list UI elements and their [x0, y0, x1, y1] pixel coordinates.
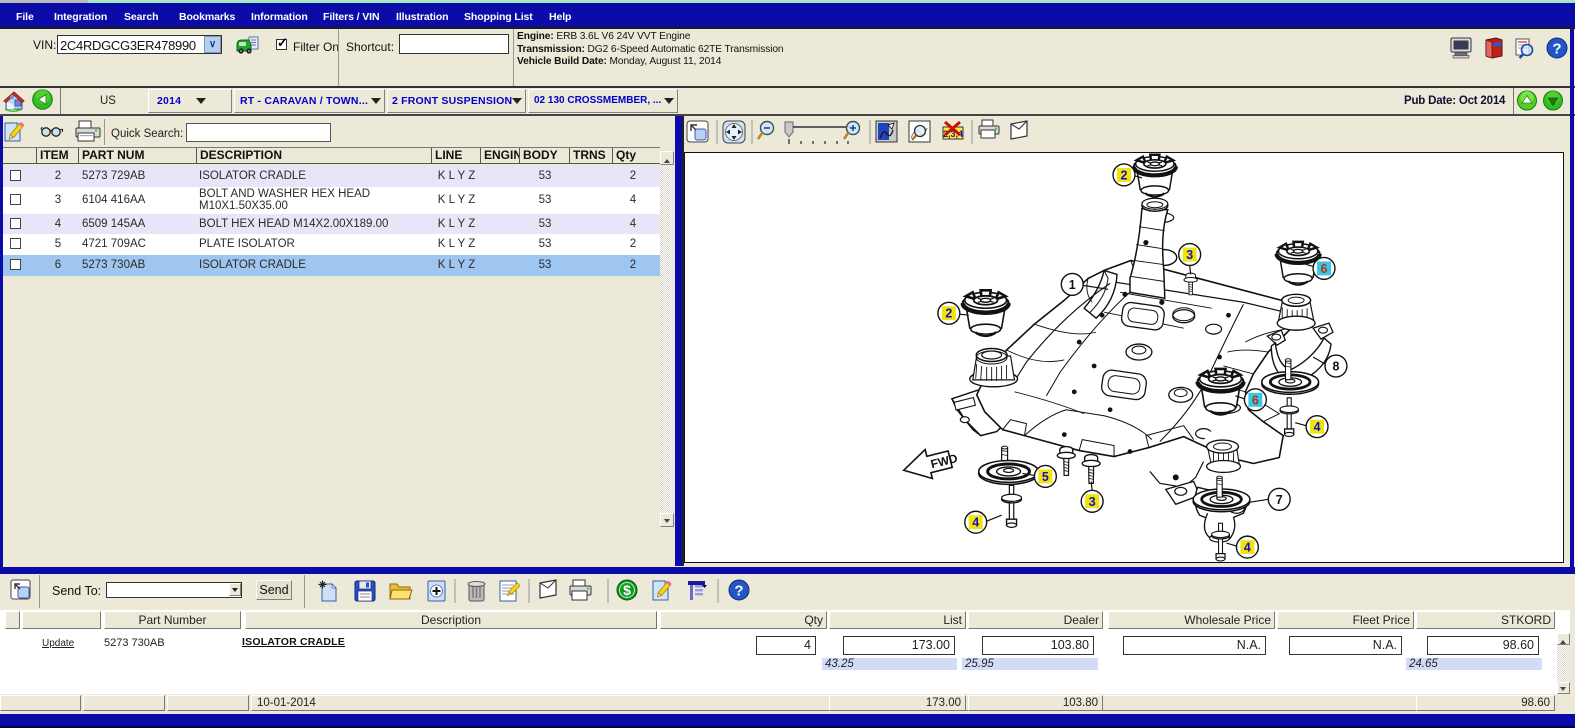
- svg-text:1: 1: [1069, 278, 1076, 292]
- svg-text:?: ?: [734, 583, 743, 600]
- svg-text:4: 4: [1314, 420, 1321, 434]
- svg-text:2: 2: [1121, 168, 1128, 182]
- svg-text:8: 8: [1333, 359, 1340, 373]
- svg-text:?: ?: [1552, 41, 1561, 58]
- svg-text:3: 3: [1186, 248, 1193, 262]
- svg-text:3: 3: [1089, 495, 1096, 509]
- svg-text:7: 7: [1276, 493, 1283, 507]
- svg-text:6: 6: [1252, 393, 1259, 407]
- svg-text:$: $: [623, 582, 631, 598]
- svg-text:4: 4: [972, 516, 979, 530]
- svg-text:5: 5: [1042, 470, 1049, 484]
- svg-text:4: 4: [1244, 541, 1251, 555]
- svg-text:2: 2: [945, 307, 952, 321]
- svg-text:6: 6: [1321, 262, 1328, 276]
